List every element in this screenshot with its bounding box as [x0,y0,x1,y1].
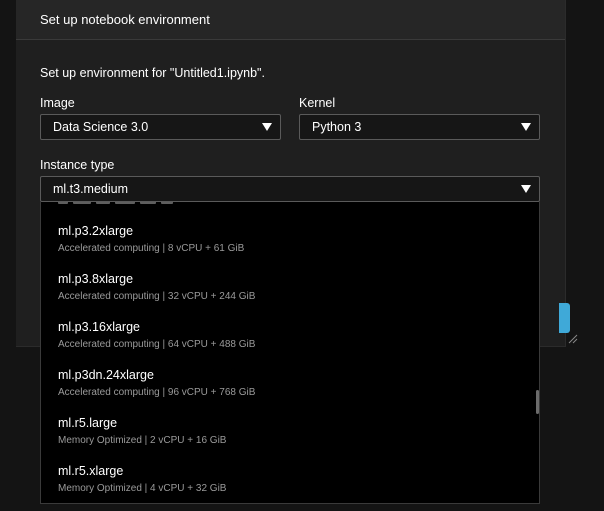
instance-option-name: ml.r5.xlarge [58,464,124,478]
instance-type-select-value: ml.t3.medium [53,182,129,196]
dialog-lead-text: Set up environment for "Untitled1.ipynb"… [40,66,265,80]
instance-type-label: Instance type [40,158,115,172]
instance-option-description: Accelerated computing | 32 vCPU + 244 Gi… [58,291,256,302]
instance-option-name: ml.p3dn.24xlarge [58,368,154,382]
instance-option-description: Memory Optimized | 4 vCPU + 32 GiB [58,483,227,494]
instance-option-name: ml.r5.large [58,416,118,430]
kernel-label: Kernel [299,96,336,110]
instance-option-name: ml.p3.16xlarge [58,320,140,334]
instance-option-description: Memory Optimized | 2 vCPU + 16 GiB [58,435,227,446]
dropdown-scrollbar[interactable] [536,390,539,414]
instance-type-dropdown: ml.p3.2xlarge Accelerated computing | 8 … [40,202,540,504]
dialog-header: Set up notebook environment [16,0,565,40]
image-select[interactable]: Data Science 3.0 [40,114,281,140]
image-label: Image [40,96,75,110]
kernel-select-value: Python 3 [312,120,362,134]
instance-option-description: Accelerated computing | 8 vCPU + 61 GiB [58,243,245,254]
instance-type-select[interactable]: ml.t3.medium [40,176,540,202]
primary-button-edge[interactable] [559,303,570,333]
image-select-value: Data Science 3.0 [53,120,149,134]
instance-option[interactable]: ml.p3.2xlarge Accelerated computing | 8 … [41,224,537,272]
instance-option-description: Accelerated computing | 96 vCPU + 768 Gi… [58,387,256,398]
notebook-environment-screen: Set up notebook environment Set up envir… [0,0,604,511]
kernel-select[interactable]: Python 3 [299,114,540,140]
resize-grip-icon[interactable] [568,334,578,344]
instance-option[interactable]: ml.r5.large Memory Optimized | 2 vCPU + … [41,416,537,464]
instance-option[interactable]: ml.p3.16xlarge Accelerated computing | 6… [41,320,537,368]
instance-option[interactable]: ml.r5.xlarge Memory Optimized | 4 vCPU +… [41,464,537,503]
clipped-option-text [41,202,539,205]
instance-option-name: ml.p3.8xlarge [58,272,134,286]
instance-option[interactable]: ml.p3dn.24xlarge Accelerated computing |… [41,368,537,416]
instance-option-name: ml.p3.2xlarge [58,224,134,238]
caret-down-icon [521,123,531,131]
instance-option-description: Accelerated computing | 64 vCPU + 488 Gi… [58,339,256,350]
caret-down-icon [262,123,272,131]
instance-option[interactable]: ml.p3.8xlarge Accelerated computing | 32… [41,272,537,320]
caret-down-icon [521,185,531,193]
dialog-title: Set up notebook environment [40,12,210,27]
